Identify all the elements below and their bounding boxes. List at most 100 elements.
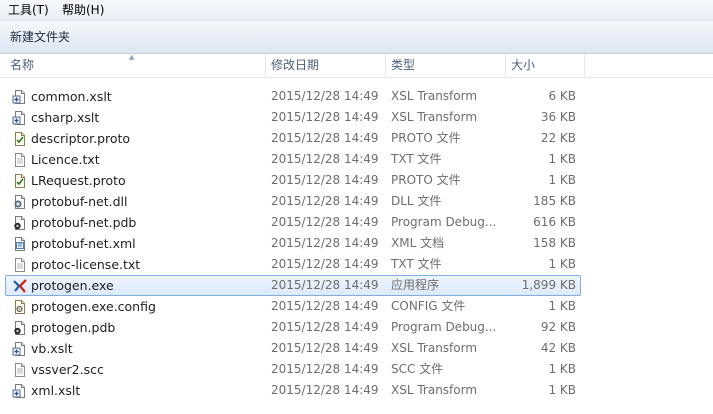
file-size: 36 KB xyxy=(540,110,576,124)
file-type: SCC 文件 xyxy=(391,362,444,376)
proto-file-icon xyxy=(12,131,28,147)
file-date-modified: 2015/12/28 14:49 xyxy=(271,278,379,292)
file-name: vb.xslt xyxy=(31,341,73,356)
pdb-file-icon xyxy=(12,215,28,231)
file-date-modified: 2015/12/28 14:49 xyxy=(271,341,379,355)
text-file-icon xyxy=(12,362,28,378)
file-name: LRequest.proto xyxy=(31,173,126,188)
file-type: PROTO 文件 xyxy=(391,173,461,187)
config-file-icon xyxy=(12,299,28,315)
exe-file-icon xyxy=(12,278,28,294)
file-size: 42 KB xyxy=(540,341,576,355)
file-row[interactable]: common.xslt 2015/12/28 14:49 XSL Transform… xyxy=(5,86,581,107)
column-header-date[interactable]: 修改日期 xyxy=(266,54,385,77)
file-date-modified: 2015/12/28 14:49 xyxy=(271,173,379,187)
file-size: 185 KB xyxy=(533,194,576,208)
file-date-modified: 2015/12/28 14:49 xyxy=(271,320,379,334)
file-date-modified: 2015/12/28 14:49 xyxy=(271,236,379,250)
file-name: protoc-license.txt xyxy=(31,257,141,272)
file-type: Program Debug... xyxy=(391,215,497,229)
file-name: protobuf-net.dll xyxy=(31,194,128,209)
file-date-modified: 2015/12/28 14:49 xyxy=(271,89,379,103)
text-file-icon xyxy=(12,257,28,273)
file-size: 1 KB xyxy=(548,383,576,397)
file-row[interactable]: xml.xslt 2015/12/28 14:49 XSL Transform 1 K… xyxy=(5,380,581,401)
pdb-file-icon xyxy=(12,320,28,336)
file-row[interactable]: vb.xslt 2015/12/28 14:49 XSL Transform 42 K… xyxy=(5,338,581,359)
xslt-file-icon xyxy=(12,383,28,399)
file-type: 应用程序 xyxy=(391,278,440,292)
text-file-icon xyxy=(12,152,28,168)
xslt-file-icon xyxy=(12,110,28,126)
file-row[interactable]: protogen.exe 2015/12/28 14:49 应用程序 1,899 KB xyxy=(5,275,581,296)
file-row[interactable]: Licence.txt 2015/12/28 14:49 TXT 文件 1 KB xyxy=(5,149,581,170)
column-header-type[interactable]: 类型 xyxy=(386,54,505,77)
column-divider[interactable] xyxy=(584,54,585,77)
file-size: 1 KB xyxy=(548,299,576,313)
file-row[interactable]: csharp.xslt 2015/12/28 14:49 XSL Transform… xyxy=(5,107,581,128)
file-type: Program Debug... xyxy=(391,320,497,334)
file-type: CONFIG 文件 xyxy=(391,299,466,313)
file-row[interactable]: protoc-license.txt 2015/12/28 14:49 TXT 文件… xyxy=(5,254,581,275)
file-size: 1 KB xyxy=(548,362,576,376)
file-date-modified: 2015/12/28 14:49 xyxy=(271,194,379,208)
file-row[interactable]: protobuf-net.pdb 2015/12/28 14:49 Program … xyxy=(5,212,581,233)
file-type: XSL Transform xyxy=(391,341,478,355)
file-size: 616 KB xyxy=(533,215,576,229)
file-date-modified: 2015/12/28 14:49 xyxy=(271,110,379,124)
file-type: XSL Transform xyxy=(391,383,478,397)
file-row[interactable]: vssver2.scc 2015/12/28 14:49 SCC 文件 1 KB xyxy=(5,359,581,380)
file-date-modified: 2015/12/28 14:49 xyxy=(271,362,379,376)
file-date-modified: 2015/12/28 14:49 xyxy=(271,299,379,313)
file-size: 1 KB xyxy=(548,257,576,271)
file-date-modified: 2015/12/28 14:49 xyxy=(271,215,379,229)
file-name: common.xslt xyxy=(31,89,112,104)
column-header-size[interactable]: 大小 xyxy=(506,54,584,77)
proto-file-icon xyxy=(12,173,28,189)
file-name: csharp.xslt xyxy=(31,110,100,125)
file-name: Licence.txt xyxy=(31,152,100,167)
column-header-row: ▲ 名称 修改日期 类型 大小 xyxy=(0,54,713,78)
file-name: protogen.exe xyxy=(31,278,114,293)
file-size: 6 KB xyxy=(548,89,576,103)
xslt-file-icon xyxy=(12,341,28,357)
file-row[interactable]: LRequest.proto 2015/12/28 14:49 PROTO 文件 1 … xyxy=(5,170,581,191)
file-type: XSL Transform xyxy=(391,89,478,103)
file-row[interactable]: protobuf-net.xml 2015/12/28 14:49 XML 文档 15… xyxy=(5,233,581,254)
xslt-file-icon xyxy=(12,89,28,105)
file-type: TXT 文件 xyxy=(391,257,442,271)
column-header-name[interactable]: 名称 xyxy=(5,54,265,77)
file-type: PROTO 文件 xyxy=(391,131,461,145)
file-size: 1 KB xyxy=(548,173,576,187)
dll-file-icon xyxy=(12,194,28,210)
menu-tools[interactable]: 工具(T) xyxy=(6,2,51,18)
new-folder-button[interactable]: 新建文件夹 xyxy=(5,28,75,46)
file-date-modified: 2015/12/28 14:49 xyxy=(271,383,379,397)
file-name: vssver2.scc xyxy=(31,362,104,377)
file-name: protobuf-net.xml xyxy=(31,236,136,251)
file-type: XML 文档 xyxy=(391,236,445,250)
command-toolbar: 新建文件夹 xyxy=(0,21,713,54)
file-type: TXT 文件 xyxy=(391,152,442,166)
file-size: 22 KB xyxy=(540,131,576,145)
file-name: protogen.exe.config xyxy=(31,299,156,314)
menu-bar: 工具(T) 帮助(H) xyxy=(0,0,713,21)
file-row[interactable]: protobuf-net.dll 2015/12/28 14:49 DLL 文件 18… xyxy=(5,191,581,212)
file-date-modified: 2015/12/28 14:49 xyxy=(271,152,379,166)
file-row[interactable]: protogen.pdb 2015/12/28 14:49 Program Debu… xyxy=(5,317,581,338)
file-type: XSL Transform xyxy=(391,110,478,124)
file-name: protogen.pdb xyxy=(31,320,116,335)
xml-file-icon xyxy=(12,236,28,252)
menu-help[interactable]: 帮助(H) xyxy=(60,2,106,18)
file-row[interactable]: protogen.exe.config 2015/12/28 14:49 CONFI… xyxy=(5,296,581,317)
file-name: protobuf-net.pdb xyxy=(31,215,137,230)
file-row[interactable]: descriptor.proto 2015/12/28 14:49 PROTO 文件… xyxy=(5,128,581,149)
file-name: descriptor.proto xyxy=(31,131,131,146)
file-size: 92 KB xyxy=(540,320,576,334)
file-size: 1,899 KB xyxy=(521,278,576,292)
file-size: 1 KB xyxy=(548,152,576,166)
file-date-modified: 2015/12/28 14:49 xyxy=(271,131,379,145)
file-type: DLL 文件 xyxy=(391,194,442,208)
file-size: 158 KB xyxy=(533,236,576,250)
file-name: xml.xslt xyxy=(31,383,81,398)
